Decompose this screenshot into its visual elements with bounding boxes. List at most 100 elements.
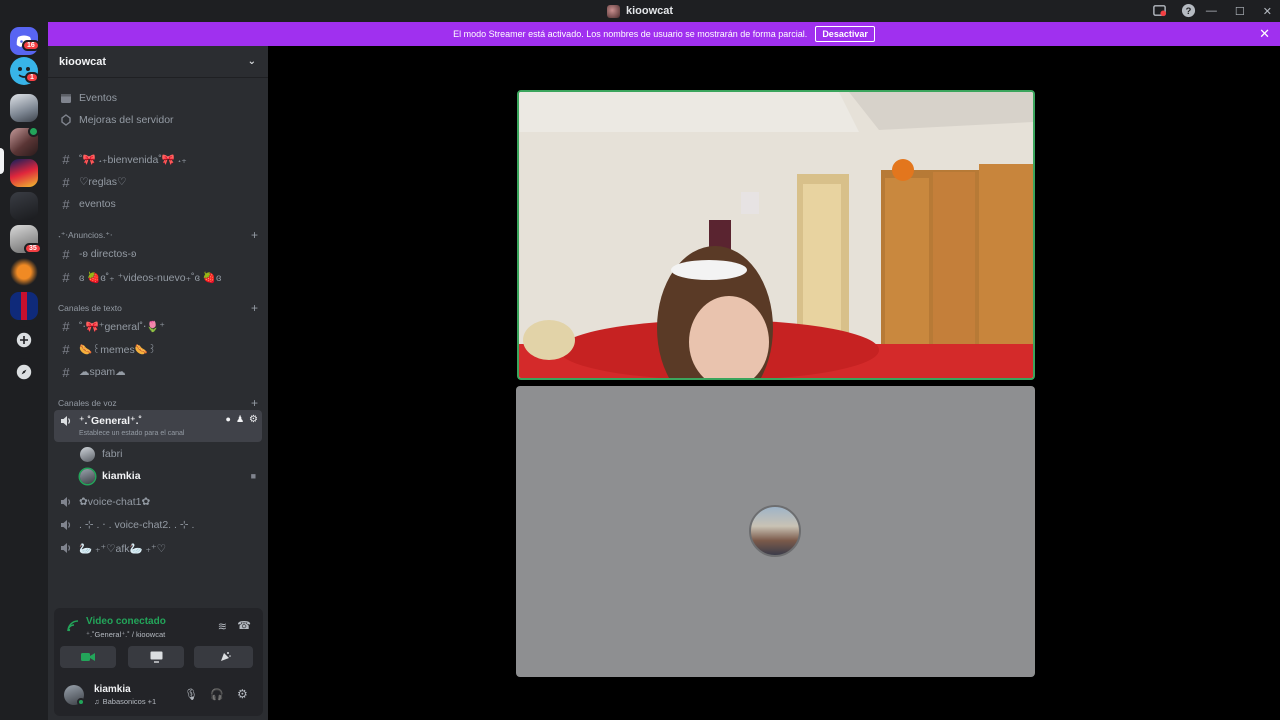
camera-feed-image [519,92,1033,378]
video-stage [268,46,1280,720]
disconnect-icon[interactable]: ☎ [237,619,251,632]
voice-channel-2[interactable]: . ⊹ . ⋅ . voice-chat2. . ⊹ . [54,514,262,536]
server-icon-photo[interactable] [10,94,38,122]
svg-text:?: ? [1186,6,1192,16]
user-activity: ♫ Babasonicos +1 [94,697,156,706]
help-icon[interactable]: ? [1181,3,1196,18]
channel-directos[interactable]: # -ʚ directos-ʚ [54,243,262,265]
boost-label: Mejoras del servidor [79,114,174,126]
hashtag-icon: # [62,269,70,285]
events-label: Eventos [79,92,117,104]
close-window-icon[interactable]: ✕ [1263,5,1272,18]
category-anuncios[interactable]: ˖⁺‧Anuncios.⁺‧ + [58,228,258,242]
voice-active-icon [28,126,39,137]
events-item[interactable]: Eventos [54,87,262,109]
calendar-icon [61,94,71,103]
add-channel-icon[interactable]: + [251,228,258,242]
add-channel-icon[interactable]: + [251,301,258,315]
channel-status-hint[interactable]: Establece un estado para el canal [79,430,184,437]
channel-label: 🌭꒰memes🌭꒱ [79,344,156,356]
close-banner-icon[interactable]: ✕ [1259,26,1270,42]
username[interactable]: kiamkia [94,684,131,695]
microphone-icon[interactable]: 🎙 [184,688,198,701]
boost-icon [61,114,71,126]
window-title-text: kioowcat [625,5,674,17]
noise-suppression-icon[interactable]: ≋ [218,620,227,633]
server-icon-flag[interactable] [10,292,38,320]
disable-streamer-button[interactable]: Desactivar [815,26,875,42]
title-bar: kioowcat ? — ☐ ✕ [0,0,1280,22]
channel-label: ♡reglas♡ [79,176,127,188]
video-camera-icon [81,653,95,661]
channel-label: ˚‧🎀⁺general˚‧🌷⁺ [79,320,165,333]
hashtag-icon: # [62,341,70,357]
voice-status[interactable]: Video conectado [86,616,166,627]
chevron-down-icon: ⌄ [247,56,256,67]
soundboard-button[interactable] [197,646,253,668]
voice-channel-afk[interactable]: 🦢 ₊⁺♡afk🦢 ₊⁺♡ [54,537,262,559]
channel-label: ✿voice-chat1✿ [79,496,151,508]
channel-videos-nuevo[interactable]: # ɞ 🍓ɞ˚₊ ⁺videos-nuevo₊˚ɞ 🍓ɞ [54,266,262,288]
hashtag-icon: # [62,174,70,190]
channel-eventos[interactable]: # eventos [54,193,262,215]
minimize-icon[interactable]: — [1206,5,1217,17]
discover-icon[interactable] [10,358,38,386]
hashtag-icon: # [62,246,70,262]
category-label: Canales de texto [58,303,122,313]
add-server-icon[interactable] [10,326,38,354]
user-area: kiamkia ♫ Babasonicos +1 🎙 🎧 ⚙ [54,680,263,716]
server-name: kioowcat [59,55,107,68]
window-title: kioowcat [606,4,674,18]
server-icon-game[interactable] [10,159,38,187]
camera-button[interactable] [60,646,116,668]
voice-user-name: kiamkia [102,470,141,482]
inbox-icon[interactable] [1152,3,1167,18]
voice-user-fabri[interactable]: fabri [74,443,262,465]
category-voz[interactable]: Canales de voz + [58,396,258,410]
server-header[interactable]: kioowcat ⌄ [48,46,268,78]
gear-icon[interactable]: ⚙ [249,414,258,425]
invite-icon[interactable]: ♟ [236,414,244,425]
channel-memes[interactable]: # 🌭꒰memes🌭꒱ [54,338,262,360]
screen-share-button[interactable] [128,646,184,668]
user-settings-icon[interactable]: ⚙ [237,687,248,701]
chat-bubble-icon[interactable]: ● [226,414,231,425]
unread-badge: 35 [24,243,42,254]
channel-label: 🦢 ₊⁺♡afk🦢 ₊⁺♡ [79,542,166,555]
headphones-icon[interactable]: 🎧 [210,688,224,701]
speaker-icon [61,416,71,426]
hashtag-icon: # [62,151,70,167]
channel-label: ☁spam☁ [79,366,126,378]
voice-location[interactable]: ⁺.˚General⁺.˚ / kioowcat [86,630,165,639]
voice-channel-1[interactable]: ✿voice-chat1✿ [54,491,262,513]
banner-message: El modo Streamer está activado. Los nomb… [453,29,808,39]
channel-label: eventos [79,198,116,210]
category-label: Canales de voz [58,398,117,408]
unread-badge: 1 [25,72,39,83]
voice-user-kiamkia[interactable]: kiamkia ■ [74,465,262,487]
channel-label: ˚🎀 ˖₊bienvenida˚🎀 ˖₊ [79,153,187,166]
hashtag-icon: # [62,318,70,334]
server-boost-item[interactable]: Mejoras del servidor [54,109,262,131]
avatar [749,505,801,557]
category-texto[interactable]: Canales de texto + [58,301,258,315]
video-tile-fabri[interactable] [516,386,1035,677]
channel-bienvenida[interactable]: # ˚🎀 ˖₊bienvenida˚🎀 ˖₊ [54,148,262,170]
maximize-icon[interactable]: ☐ [1235,5,1245,18]
category-label: ˖⁺‧Anuncios.⁺‧ [58,229,113,240]
online-status-icon [77,698,85,706]
add-channel-icon[interactable]: + [251,396,258,410]
avatar [80,468,95,484]
server-icon-fox[interactable] [10,258,38,286]
video-camera-icon: ■ [250,471,256,481]
selected-server-indicator [0,148,4,174]
video-tile-kiamkia[interactable] [517,90,1035,380]
channel-label: . ⊹ . ⋅ . voice-chat2. . ⊹ . [79,519,195,531]
channel-label: ɞ 🍓ɞ˚₊ ⁺videos-nuevo₊˚ɞ 🍓ɞ [79,271,222,284]
server-icon-dark[interactable] [10,192,38,220]
soundboard-icon [221,652,231,661]
channel-spam[interactable]: # ☁spam☁ [54,361,262,383]
channel-general-text[interactable]: # ˚‧🎀⁺general˚‧🌷⁺ [54,315,262,337]
voice-channel-general[interactable]: ⁺.˚General⁺.˚ Establece un estado para e… [54,410,262,442]
channel-reglas[interactable]: # ♡reglas♡ [54,171,262,193]
